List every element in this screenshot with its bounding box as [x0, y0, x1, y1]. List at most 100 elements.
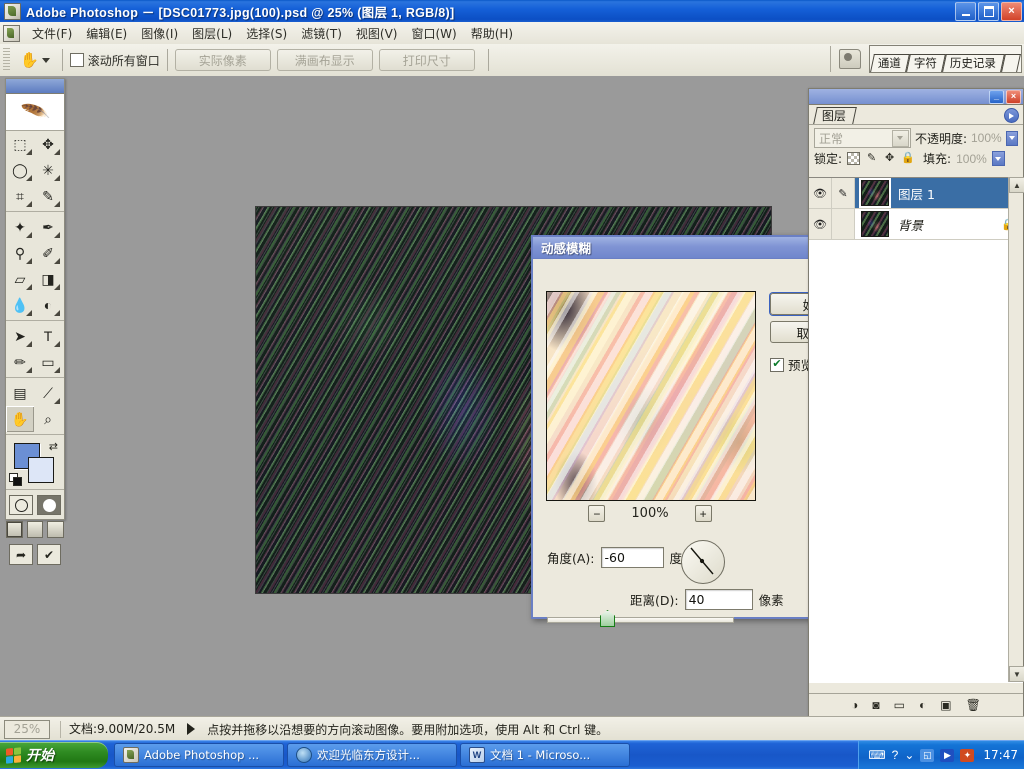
well-tab-history[interactable]: 历史记录 — [942, 54, 1005, 72]
media-player-icon[interactable]: ▶ — [940, 748, 955, 762]
taskbar-item-photoshop[interactable]: Adobe Photoshop ... — [114, 743, 284, 767]
layer-thumbnail[interactable] — [859, 178, 891, 208]
all-lock-icon[interactable]: 🔒 — [901, 152, 915, 165]
tool-type[interactable]: T — [34, 323, 62, 349]
tool-brush[interactable]: ✒ — [34, 214, 62, 240]
actual-pixels-button[interactable]: 实际像素 — [174, 49, 271, 71]
menu-item-view[interactable]: 视图(V) — [349, 23, 405, 44]
standard-screen-mode-button[interactable] — [6, 521, 23, 538]
zoom-level-input[interactable]: 25% — [4, 719, 50, 739]
palette-menu-button[interactable] — [1004, 108, 1019, 123]
palette-close-button[interactable]: × — [1006, 89, 1021, 104]
network-icon[interactable]: ◱ — [920, 748, 935, 762]
layer-list-scrollbar[interactable]: ▲ ▼ — [1008, 177, 1024, 682]
tool-healing-brush[interactable]: ✦ — [6, 214, 34, 240]
taskbar-item-word[interactable]: W 文档 1 - Microso... — [460, 743, 630, 767]
tool-path-selection[interactable]: ➤ — [6, 323, 34, 349]
clock[interactable]: 17:47 — [983, 748, 1018, 762]
angle-dial[interactable] — [681, 540, 725, 584]
opacity-value[interactable]: 100% — [971, 131, 1002, 145]
layer-name[interactable]: 背景 — [898, 215, 923, 234]
layer-style-icon[interactable]: ◑ — [851, 698, 858, 712]
tool-blur[interactable]: 💧 — [6, 292, 34, 318]
restore-button[interactable] — [978, 2, 999, 21]
blend-mode-select[interactable]: 正常 — [814, 128, 911, 148]
help-icon[interactable]: ? — [892, 749, 899, 761]
tool-lasso[interactable]: ◯ — [6, 157, 34, 183]
pixels-lock-icon[interactable]: ✎ — [865, 152, 878, 165]
full-screen-mode-button[interactable] — [47, 521, 65, 538]
palette-title-bar[interactable]: _ × — [809, 89, 1023, 105]
menu-item-filter[interactable]: 滤镜(T) — [294, 23, 349, 44]
tool-magic-wand[interactable]: ✳ — [34, 157, 62, 183]
scroll-down-icon[interactable]: ▼ — [1009, 666, 1024, 682]
tool-history-brush[interactable]: ✐ — [34, 240, 62, 266]
scroll-up-icon[interactable]: ▲ — [1009, 177, 1024, 193]
zoom-out-button[interactable]: − — [588, 505, 606, 522]
opacity-slider-arrow-icon[interactable] — [1005, 130, 1018, 146]
layer-row-background[interactable]: 👁 背景 🔒 — [809, 209, 1023, 240]
tool-eyedropper[interactable]: ⟋ — [34, 380, 62, 406]
tool-slice[interactable]: ✎ — [34, 183, 62, 209]
tool-clone-stamp[interactable]: ⚲ — [6, 240, 34, 266]
tool-crop[interactable]: ⌗ — [6, 183, 34, 209]
layer-visibility-toggle[interactable]: 👁 — [809, 178, 832, 208]
distance-input[interactable]: 40 — [684, 589, 753, 610]
fit-on-screen-button[interactable]: 满画布显示 — [276, 49, 373, 71]
zoom-in-button[interactable]: + — [694, 505, 712, 522]
layer-edit-indicator[interactable] — [832, 209, 855, 239]
filter-preview[interactable] — [546, 291, 756, 501]
fill-slider-arrow-icon[interactable] — [991, 151, 1005, 166]
show-hidden-icon[interactable]: ⌄ — [904, 749, 914, 761]
preview-checkbox[interactable] — [770, 357, 784, 372]
new-layer-icon[interactable]: ▣ — [940, 698, 951, 712]
tool-move[interactable]: ✥ — [34, 131, 62, 157]
tool-shape[interactable]: ▭ — [34, 349, 62, 375]
antivirus-icon[interactable]: ✦ — [960, 748, 975, 762]
tool-dodge[interactable]: ◐ — [34, 292, 62, 318]
scroll-all-windows-checkbox[interactable] — [69, 53, 84, 67]
tool-preset-picker[interactable]: ✋ — [15, 53, 55, 68]
tool-zoom[interactable]: ⌕ — [34, 406, 62, 432]
layer-thumbnail[interactable] — [861, 211, 889, 237]
start-button[interactable]: 开始 — [0, 742, 108, 768]
layer-row-layer1[interactable]: 👁 ✎ 图层 1 — [809, 178, 1023, 209]
keyboard-icon[interactable]: ⌨ — [868, 749, 885, 761]
jump-check-icon[interactable]: ✔ — [37, 544, 61, 565]
menu-item-layer[interactable]: 图层(L) — [185, 23, 239, 44]
print-size-button[interactable]: 打印尺寸 — [378, 49, 475, 71]
tool-hand[interactable]: ✋ — [6, 406, 34, 432]
menu-item-image[interactable]: 图像(I) — [134, 23, 185, 44]
toolbox-drag-handle[interactable] — [6, 79, 64, 94]
distance-slider-handle[interactable] — [600, 610, 615, 627]
tab-layers[interactable]: 图层 — [813, 107, 857, 124]
chevron-down-icon[interactable] — [891, 129, 909, 147]
distance-slider[interactable] — [547, 610, 734, 627]
swap-colors-icon[interactable]: ⇄ — [49, 440, 58, 453]
tool-notes[interactable]: ▤ — [6, 380, 34, 406]
quick-mask-mode-button[interactable] — [37, 495, 61, 515]
status-menu-arrow-icon[interactable] — [187, 723, 196, 735]
tool-gradient[interactable]: ◨ — [34, 266, 62, 292]
layer-mask-icon[interactable]: ◙ — [872, 698, 879, 712]
tool-marquee[interactable]: ⬚ — [6, 131, 34, 157]
options-bar-grip[interactable] — [3, 48, 10, 72]
adjustment-layer-icon[interactable]: ◐ — [919, 698, 926, 712]
new-group-icon[interactable]: ▭ — [894, 698, 905, 712]
position-lock-icon[interactable]: ✥ — [883, 152, 896, 165]
well-tab-channels[interactable]: 通道 — [870, 54, 910, 72]
tool-pen[interactable]: ✏ — [6, 349, 34, 375]
menu-item-select[interactable]: 选择(S) — [239, 23, 294, 44]
scroll-all-windows-option[interactable]: 滚动所有窗口 — [69, 52, 160, 69]
background-color-swatch[interactable] — [28, 457, 54, 483]
layer-visibility-toggle[interactable]: 👁 — [809, 209, 832, 239]
menu-item-help[interactable]: 帮助(H) — [464, 23, 520, 44]
minimize-button[interactable] — [955, 2, 976, 21]
layer-name[interactable]: 图层 1 — [898, 184, 935, 203]
angle-input[interactable]: -60 — [600, 547, 664, 568]
standard-mask-mode-button[interactable] — [9, 495, 33, 515]
tool-eraser[interactable]: ▱ — [6, 266, 34, 292]
jump-to-imageready-icon[interactable]: ➦ — [9, 544, 33, 565]
taskbar-item-browser[interactable]: 欢迎光临东方设计... — [287, 743, 457, 767]
file-browser-icon[interactable] — [839, 49, 861, 69]
